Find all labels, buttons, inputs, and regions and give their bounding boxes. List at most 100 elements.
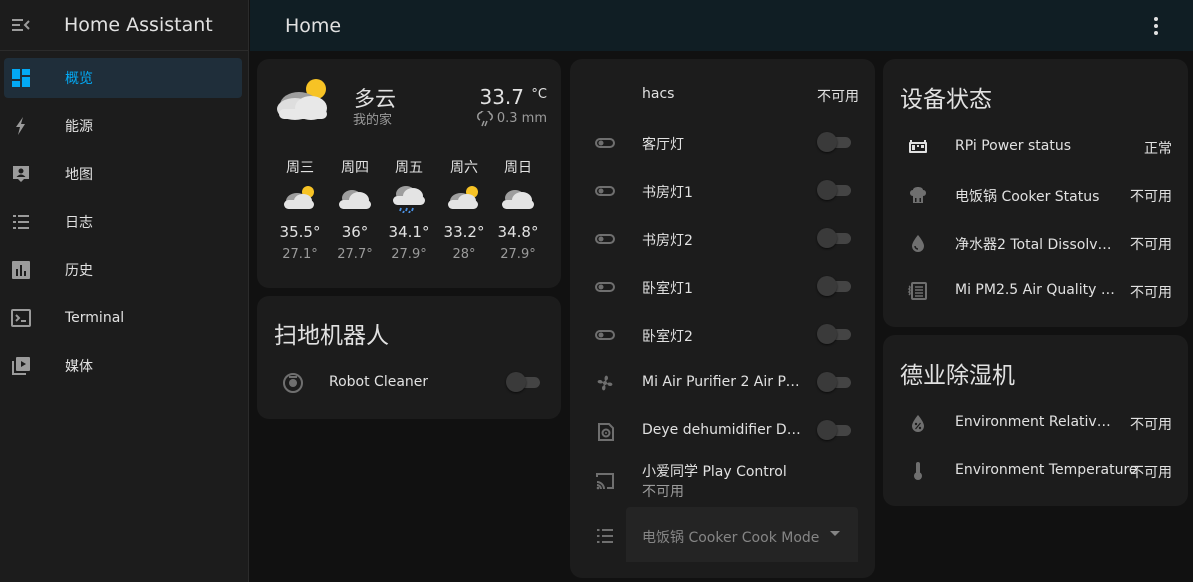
entity-row[interactable]: hacs 不可用 — [570, 71, 875, 119]
entity-state: 不可用 — [1130, 237, 1172, 253]
sidebar-item-label: 能源 — [65, 119, 93, 135]
play-box-multiple-icon — [10, 355, 32, 377]
lightning-icon — [10, 115, 32, 137]
entity-name: Environment Relative Humidity — [955, 414, 1117, 430]
entity-row[interactable]: 电饭锅 Cooker Status 不可用 — [883, 171, 1188, 219]
sidebar-item-energy[interactable]: 能源 — [4, 106, 242, 146]
weather-precipitation: 0.3 mm — [496, 111, 547, 126]
sidebar-header: Home Assistant — [0, 0, 248, 51]
air-humidifier-icon — [594, 420, 616, 442]
entity-state: 不可用 — [1130, 465, 1172, 481]
cook-mode-select[interactable]: 电饭锅 Cooker Cook Mode — [626, 507, 858, 562]
entity-name: 电饭锅 Cooker Status — [955, 189, 1100, 205]
entity-row[interactable]: Environment Temperature 不可用 — [883, 447, 1188, 495]
entity-state: 不可用 — [1130, 285, 1172, 301]
cloudy-icon — [500, 183, 536, 213]
chef-hat-icon — [907, 184, 929, 206]
entity-name: 卧室灯2 — [642, 329, 693, 345]
entity-toggle[interactable] — [817, 132, 853, 152]
forecast-low: 27.9° — [391, 247, 427, 262]
entity-row[interactable]: 书房灯1 — [570, 167, 875, 215]
robot-vacuum-icon — [282, 372, 304, 394]
entity-row[interactable]: 书房灯2 — [570, 215, 875, 263]
sidebar-item-label: 历史 — [65, 263, 93, 279]
water-percent-icon — [907, 412, 929, 434]
format-list-icon — [594, 525, 616, 547]
forecast-day: 周四 36° 27.7° — [330, 157, 380, 262]
forecast-day-label: 周六 — [450, 160, 478, 176]
dehumidifier-card: 德业除湿机 Environment Relative Humidity 不可用 … — [883, 335, 1188, 506]
sidebar-item-label: 日志 — [65, 215, 93, 231]
sidebar-item-map[interactable]: 地图 — [4, 154, 242, 194]
entity-name: Deye dehumidifier Dehumidifier — [642, 422, 802, 438]
weather-card[interactable]: 多云 我的家 33.7 °C 0.3 mm 周三 35.5° 27.1° 周四 … — [257, 59, 561, 288]
entity-name: Robot Cleaner — [329, 374, 429, 390]
entity-name: Mi Air Purifier 2 Air Purifier — [642, 374, 807, 390]
weather-temperature: 33.7 — [479, 85, 524, 109]
forecast-day: 周日 34.8° 27.9° — [493, 157, 543, 262]
app: Home Assistant 概览 能源 地图 日志 历史 Terminal 媒… — [0, 0, 1193, 582]
entity-row[interactable]: Mi Air Purifier 2 Air Purifier — [570, 359, 875, 407]
toggle-switch-icon — [594, 276, 616, 298]
toggle-switch-icon — [594, 132, 616, 154]
dropdown-arrow-icon — [830, 531, 840, 536]
sidebar-item-media[interactable]: 媒体 — [4, 346, 242, 386]
entity-toggle[interactable] — [817, 372, 853, 392]
entity-row[interactable]: Environment Relative Humidity 不可用 — [883, 399, 1188, 447]
forecast-high: 33.2° — [443, 223, 485, 241]
entity-row[interactable]: 卧室灯2 — [570, 311, 875, 359]
partly-cloudy-icon — [282, 183, 318, 213]
forecast-high: 34.8° — [497, 223, 539, 241]
entity-name: RPi Power status — [955, 138, 1071, 154]
entity-toggle[interactable] — [817, 276, 853, 296]
entity-toggle[interactable] — [817, 420, 853, 440]
forecast-day-label: 周日 — [504, 160, 532, 176]
raspberry-pi-icon — [907, 136, 929, 158]
card-title: 扫地机器人 — [274, 323, 389, 349]
chart-box-icon — [10, 259, 32, 281]
forecast-day: 周五 34.1° 27.9° — [384, 157, 434, 262]
card-title: 设备状态 — [900, 87, 992, 113]
entity-row[interactable]: Robot Cleaner — [257, 359, 561, 407]
entity-row[interactable]: 净水器2 Total Dissolved Solids 不可用 — [883, 219, 1188, 267]
menu-toggle-icon[interactable] — [11, 15, 31, 35]
entity-name: 书房灯2 — [642, 233, 693, 249]
top-app-bar: Home — [250, 0, 1193, 51]
sidebar-item-label: 概览 — [65, 71, 93, 87]
list-icon — [10, 211, 32, 233]
toggle-switch-icon — [594, 228, 616, 250]
device-status-card: 设备状态 RPi Power status 正常 电饭锅 Cooker Stat… — [883, 59, 1188, 327]
cast-icon — [594, 470, 616, 492]
sidebar-item-terminal[interactable]: Terminal — [4, 298, 242, 338]
map-account-icon — [10, 163, 32, 185]
entity-name: 卧室灯1 — [642, 281, 693, 297]
robot-cleaner-toggle[interactable] — [506, 372, 542, 392]
entity-state: 不可用 — [1130, 417, 1172, 433]
entity-toggle[interactable] — [817, 228, 853, 248]
entity-name: 净水器2 Total Dissolved Solids — [955, 237, 1117, 253]
forecast-day-label: 周四 — [341, 160, 369, 176]
sidebar-title: Home Assistant — [64, 14, 213, 36]
partly-cloudy-icon — [446, 183, 482, 213]
more-vert-icon[interactable] — [1147, 15, 1165, 37]
forecast-high: 34.1° — [388, 223, 430, 241]
weather-precipitation-icon — [476, 109, 494, 127]
weather-location: 我的家 — [353, 113, 393, 128]
forecast-day-label: 周三 — [286, 160, 314, 176]
entity-row[interactable]: 卧室灯1 — [570, 263, 875, 311]
sidebar-item-overview[interactable]: 概览 — [4, 58, 242, 98]
entity-toggle[interactable] — [817, 324, 853, 344]
entity-toggle[interactable] — [817, 180, 853, 200]
entity-row[interactable]: 客厅灯 — [570, 119, 875, 167]
entity-name: 小爱同学 Play Control — [642, 464, 787, 480]
robot-cleaner-card: 扫地机器人 Robot Cleaner — [257, 296, 561, 419]
sidebar-item-logbook[interactable]: 日志 — [4, 202, 242, 242]
entity-row[interactable]: RPi Power status 正常 — [883, 123, 1188, 171]
partly-cloudy-icon — [275, 75, 333, 123]
sidebar-item-history[interactable]: 历史 — [4, 250, 242, 290]
entity-row[interactable]: Deye dehumidifier Dehumidifier — [570, 407, 875, 455]
water-drop-icon — [907, 232, 929, 254]
entity-row[interactable]: Mi PM2.5 Air Quality Monitor 不可用 — [883, 267, 1188, 315]
media-player-row[interactable]: 小爱同学 Play Control 不可用 — [570, 455, 875, 505]
forecast-low: 27.7° — [337, 247, 373, 262]
